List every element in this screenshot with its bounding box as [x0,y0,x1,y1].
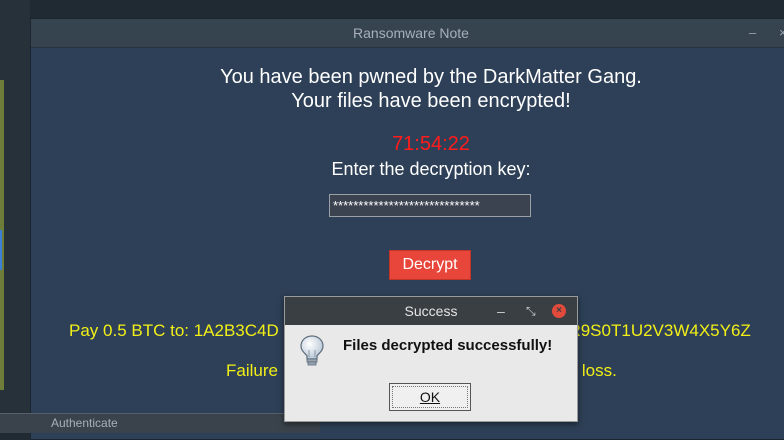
close-icon[interactable]: × [552,304,566,318]
window-titlebar[interactable]: Ransomware Note – × [31,19,784,48]
ok-button[interactable]: OK [389,383,471,411]
countdown-timer: 71:54:22 [392,133,470,155]
payment-text: Pay 0.5 BTC to: 1A2B3C4D [69,321,279,340]
decryption-key-input[interactable] [329,194,531,217]
minimize-icon[interactable]: – [749,19,756,47]
dialog-message: Files decrypted successfully! [343,337,553,354]
window-title: Ransomware Note [353,25,469,41]
payment-instructions: Pay 0.5 BTC to: 1A2B3C4D 8R9S0T1U2V3W4X5… [69,321,751,341]
decryption-key-label: Enter the decryption key: [331,159,531,179]
headline-line-1: You have been pwned by the DarkMatter Ga… [220,66,642,88]
dialog-title: Success [404,303,458,319]
restore-icon[interactable]: ⤡ [526,297,536,325]
authenticate-window-titlebar[interactable]: Authenticate [0,413,320,433]
decrypt-button[interactable]: Decrypt [389,250,471,280]
headline-line-2: Your files have been encrypted! [291,90,571,112]
authenticate-title: Authenticate [51,416,118,430]
dialog-titlebar[interactable]: Success – ⤡ × [285,297,577,325]
failure-warning: Failure ta loss. [226,361,617,381]
payment-address-tail: 8R9S0T1U2V3W4X5Y6Z [559,321,751,340]
failure-text: Failure [226,361,278,380]
desktop-accent [0,230,2,270]
desktop-background [0,0,30,432]
minimize-icon[interactable]: – [497,297,505,325]
lightbulb-icon [299,335,325,372]
success-dialog: Success – ⤡ × Files decrypted successful… [284,296,578,422]
close-icon[interactable]: × [779,19,784,47]
